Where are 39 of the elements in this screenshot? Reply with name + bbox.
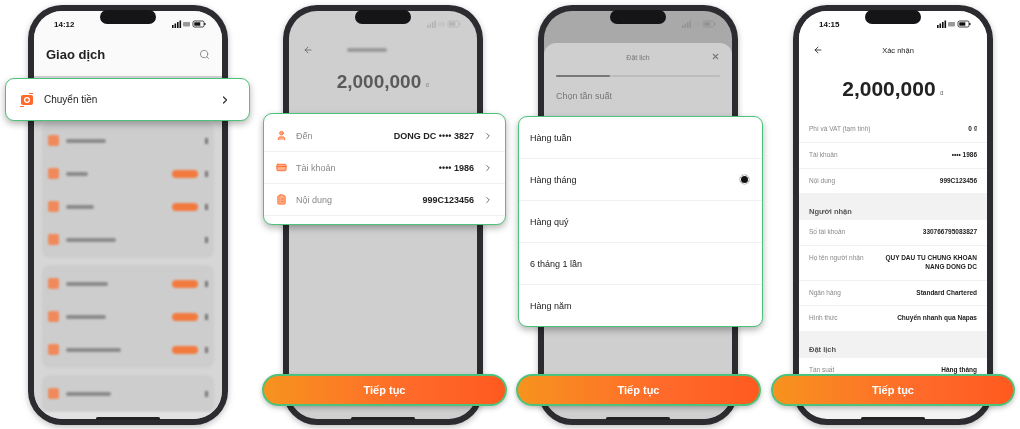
home-indicator xyxy=(351,417,415,420)
chevron-right-icon xyxy=(483,194,493,205)
chevron-right-icon xyxy=(483,130,493,141)
frequency-option[interactable]: Hàng quý xyxy=(519,201,762,243)
frequency-prompt: Chọn tần suất xyxy=(556,91,614,101)
screen-title: Giao dịch xyxy=(46,47,106,62)
detail-row[interactable]: Tài khoản •••• 1986 xyxy=(264,152,505,184)
detail-row[interactable]: Đến DONG DC •••• 3827 xyxy=(264,120,505,152)
detail-row[interactable]: Nội dung 999C123456 xyxy=(264,184,505,216)
currency-symbol: ₫ xyxy=(939,89,944,98)
frequency-option[interactable]: Hàng tuần xyxy=(519,117,762,159)
search-icon[interactable] xyxy=(199,49,210,60)
person-icon xyxy=(276,130,287,141)
card-icon xyxy=(276,162,287,173)
blurred-title-drawing xyxy=(347,48,387,52)
camera-notch xyxy=(610,10,666,24)
currency-symbol: ₫ xyxy=(425,81,430,90)
home-indicator xyxy=(861,417,925,420)
amount-text: 2,000,000 xyxy=(842,77,936,101)
money-transfer-icon xyxy=(20,91,34,108)
close-icon[interactable] xyxy=(711,52,720,61)
home-indicator xyxy=(96,417,160,420)
frequency-option[interactable]: Hàng tháng xyxy=(519,159,762,201)
transfer-menu-item[interactable]: Chuyển tiền xyxy=(5,78,250,121)
back-arrow-icon[interactable] xyxy=(813,45,823,55)
amount-text: 2,000,000 xyxy=(336,71,422,93)
camera-notch xyxy=(100,10,156,24)
status-icons-drawing xyxy=(172,20,206,28)
clipboard-icon xyxy=(276,194,287,205)
frequency-option[interactable]: Hàng năm xyxy=(519,285,762,326)
home-indicator xyxy=(606,417,670,420)
status-time: 14:12 xyxy=(54,19,75,29)
camera-notch xyxy=(355,10,411,24)
status-time: 14:15 xyxy=(819,19,840,29)
chevron-right-icon xyxy=(483,162,493,173)
status-icons-drawing xyxy=(937,20,971,28)
camera-notch xyxy=(865,10,921,24)
frequency-option[interactable]: 6 tháng 1 lần xyxy=(519,243,762,285)
status-icons-drawing xyxy=(427,20,461,28)
